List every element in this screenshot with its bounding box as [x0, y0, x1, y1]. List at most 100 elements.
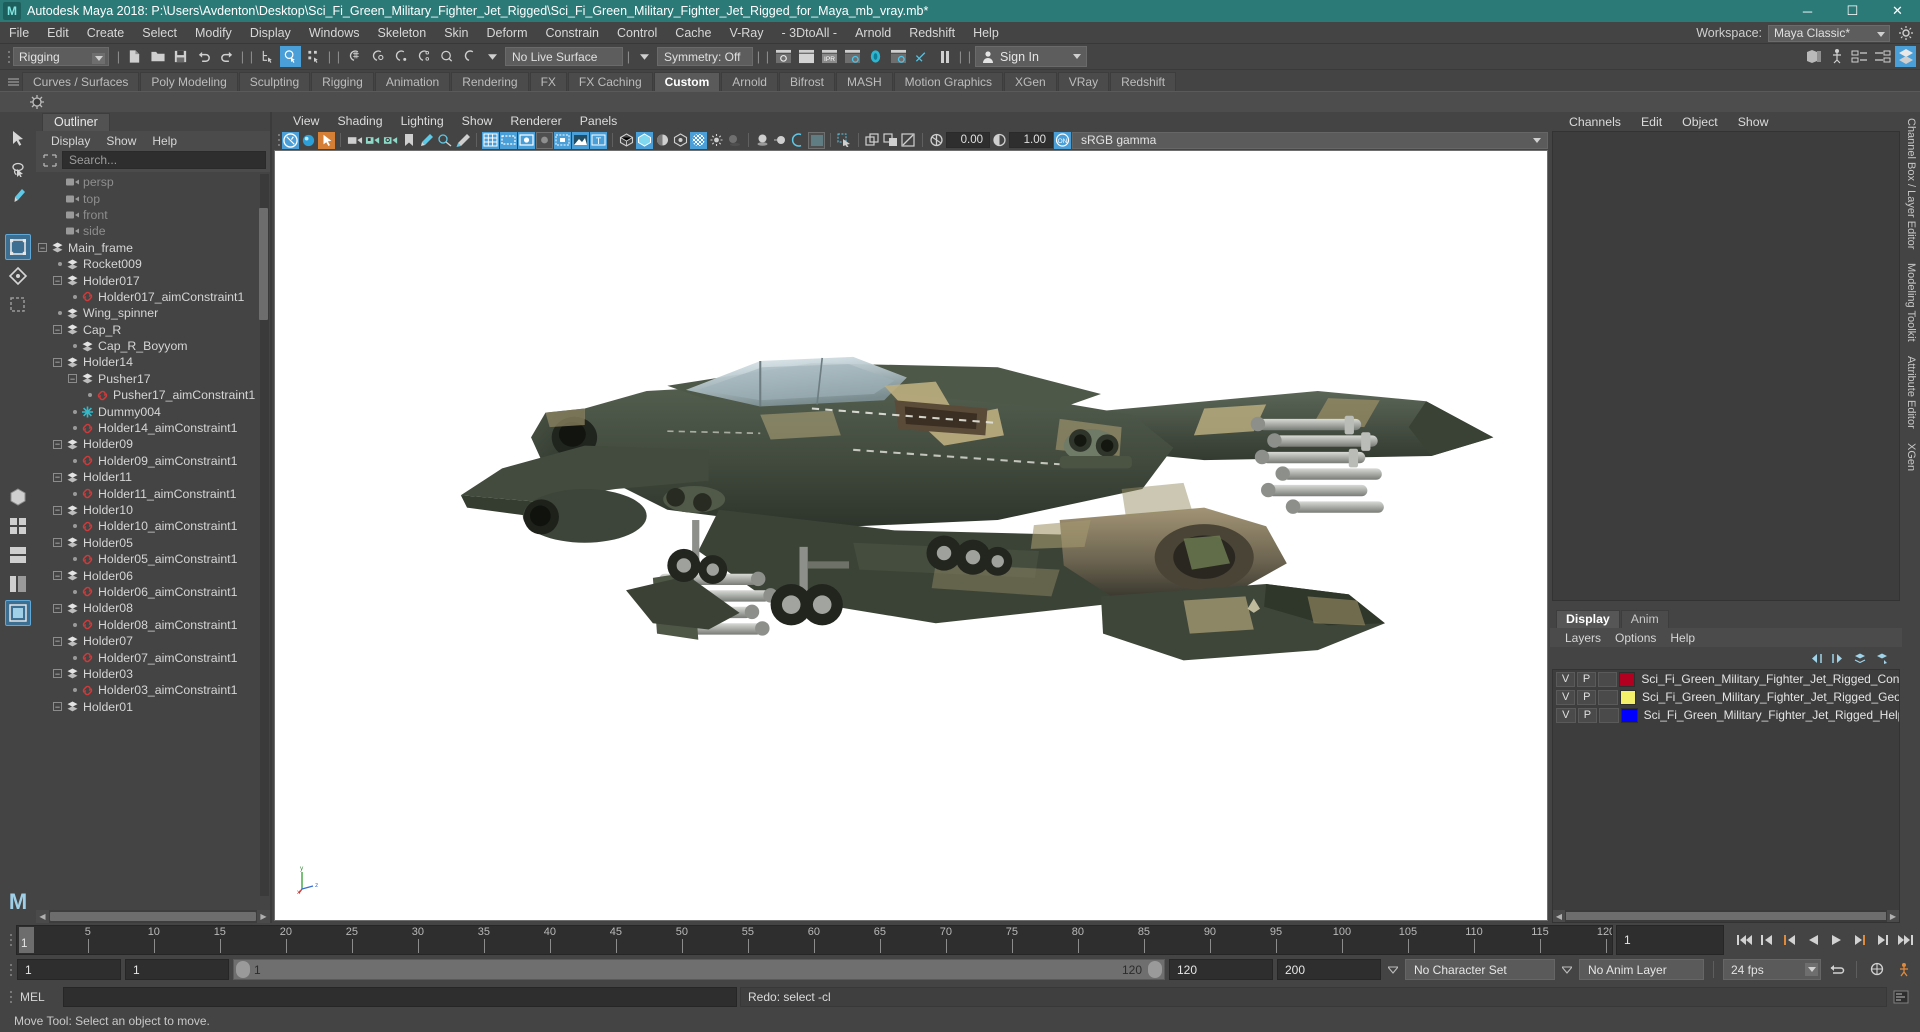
anim-layer-field[interactable]: No Anim Layer	[1579, 959, 1704, 980]
character-set-field[interactable]: No Character Set	[1405, 959, 1555, 980]
shelf-tab-rigging[interactable]: Rigging	[311, 72, 374, 91]
layer-playback-toggle[interactable]: P	[1577, 671, 1597, 687]
resolution-gate-icon[interactable]	[518, 131, 535, 149]
lighting-toggle-icon[interactable]	[708, 132, 725, 149]
layout-two-pane-icon[interactable]	[5, 542, 31, 568]
right-tab-xgen[interactable]: XGen	[1905, 443, 1917, 471]
filter-icon[interactable]	[40, 151, 59, 169]
snap-to-projected-center-icon[interactable]	[413, 46, 434, 67]
layer-reference-toggle[interactable]	[1599, 707, 1619, 723]
layer-menu-layers[interactable]: Layers	[1558, 629, 1608, 647]
exposure-value[interactable]: 0.00	[946, 132, 990, 148]
layout-four-view-icon[interactable]	[5, 513, 31, 539]
shadows-toggle-icon[interactable]	[726, 132, 743, 149]
outliner-item[interactable]: side	[36, 223, 270, 239]
go-to-start-icon[interactable]	[1733, 929, 1755, 951]
outliner-item[interactable]: Holder14_aimConstraint1	[36, 420, 270, 436]
show-hide-modeling-toolkit-icon[interactable]	[1803, 46, 1824, 67]
step-forward-frame-icon[interactable]	[1848, 929, 1870, 951]
viewport-menu-show[interactable]: Show	[453, 113, 502, 130]
scroll-left-icon[interactable]: ◀	[1553, 910, 1565, 922]
xray-shading-icon[interactable]	[690, 131, 707, 149]
outliner-item[interactable]: Holder03_aimConstraint1	[36, 682, 270, 698]
outliner-item[interactable]: − Holder09	[36, 436, 270, 452]
channelbox-menu-object[interactable]: Object	[1673, 113, 1727, 131]
outliner-item[interactable]: front	[36, 207, 270, 223]
animation-preferences-icon[interactable]	[1892, 959, 1914, 981]
text-overlay-icon[interactable]: T	[590, 131, 607, 149]
channel-box-content[interactable]	[1552, 131, 1900, 601]
select-objects-icon[interactable]	[318, 131, 335, 149]
time-slider[interactable]: 1 5 10 15 20 25 30 35 40 45 50 55 60 65 70 75 80 85 90 95 1…	[16, 925, 1613, 955]
layer-menu-help[interactable]: Help	[1663, 629, 1702, 647]
outliner-item[interactable]: − Holder11	[36, 469, 270, 485]
outliner-item[interactable]: Holder10_aimConstraint1	[36, 518, 270, 534]
copy-view-icon[interactable]	[882, 132, 899, 149]
outliner-menu-help[interactable]: Help	[145, 132, 184, 150]
tab-outliner[interactable]: Outliner	[42, 113, 110, 131]
layer-color-swatch[interactable]	[1620, 707, 1638, 723]
range-slider-grip[interactable]	[8, 963, 13, 976]
menu-deform[interactable]: Deform	[478, 22, 537, 44]
outliner-item[interactable]: − Holder01	[36, 699, 270, 715]
color-management-toggle-icon[interactable]: ON	[1054, 131, 1071, 149]
right-tab-attribute-editor[interactable]: Attribute Editor	[1905, 356, 1917, 429]
scroll-right-icon[interactable]: ▶	[257, 910, 270, 923]
layer-reference-toggle[interactable]	[1598, 671, 1618, 687]
outliner-horizontal-scrollbar[interactable]: ◀ ▶	[36, 910, 270, 923]
hypershade-icon[interactable]	[865, 46, 886, 67]
outliner-item[interactable]: − Holder03	[36, 666, 270, 682]
layer-visibility-toggle[interactable]: V	[1556, 707, 1576, 723]
outliner-item[interactable]: Wing_spinner	[36, 305, 270, 321]
select-by-component-icon[interactable]	[303, 46, 324, 67]
chevron-down-icon[interactable]	[482, 46, 503, 67]
paint-select-tool-icon[interactable]	[5, 184, 31, 210]
viewport-3d-canvas[interactable]: y z x	[274, 150, 1548, 921]
new-layer-icon[interactable]	[1852, 651, 1868, 666]
range-end-handle[interactable]	[1148, 961, 1162, 978]
outliner-item[interactable]: persp	[36, 174, 270, 190]
workspace-select[interactable]: Maya Classic*	[1768, 24, 1890, 42]
shelf-tab-motion-graphics[interactable]: Motion Graphics	[893, 72, 1004, 91]
expand-collapse-icon[interactable]: −	[38, 243, 47, 253]
lasso-tool-icon[interactable]	[5, 155, 31, 181]
expand-collapse-icon[interactable]: −	[53, 669, 62, 679]
playback-speed-select[interactable]: 24 fps	[1723, 959, 1821, 980]
menu-v-ray[interactable]: V-Ray	[720, 22, 772, 44]
outliner-item[interactable]: top	[36, 190, 270, 206]
snapshot-icon[interactable]	[864, 132, 881, 149]
current-frame-field[interactable]: 1	[1616, 925, 1724, 955]
viewport-menu-view[interactable]: View	[284, 113, 328, 130]
viewport-menu-shading[interactable]: Shading	[328, 113, 391, 130]
show-hide-attribute-editor-icon[interactable]	[1849, 46, 1870, 67]
save-scene-icon[interactable]	[170, 46, 191, 67]
animation-preferences-loop-icon[interactable]	[1825, 959, 1847, 981]
layer-menu-options[interactable]: Options	[1608, 629, 1663, 647]
anim-layer-chevron-icon[interactable]	[1559, 959, 1575, 980]
range-slider[interactable]: 1 120	[233, 959, 1165, 980]
use-default-material-icon[interactable]	[672, 132, 689, 149]
outliner-item[interactable]: − Holder10	[36, 502, 270, 518]
toggle-scene-icon[interactable]	[911, 46, 932, 67]
animation-end-field[interactable]: 200	[1277, 959, 1381, 980]
outliner-hscroll-thumb[interactable]	[50, 912, 256, 921]
expand-collapse-icon[interactable]: −	[53, 702, 62, 712]
make-live-icon[interactable]	[459, 46, 480, 67]
wireframe-shading-icon[interactable]	[618, 132, 635, 149]
select-tool-icon[interactable]	[5, 126, 31, 152]
command-line-grip[interactable]	[8, 991, 13, 1003]
show-hide-hud-icon[interactable]	[1826, 46, 1847, 67]
character-set-chevron-icon[interactable]	[1385, 959, 1401, 980]
outliner-item[interactable]: − Holder05	[36, 535, 270, 551]
open-scene-icon[interactable]	[147, 46, 168, 67]
viewport-menu-renderer[interactable]: Renderer	[501, 113, 570, 130]
step-forward-keyframe-icon[interactable]	[1871, 929, 1893, 951]
right-tab-modeling-toolkit[interactable]: Modeling Toolkit	[1905, 263, 1917, 342]
outliner-item[interactable]: Holder05_aimConstraint1	[36, 551, 270, 567]
range-start-field[interactable]: 1	[125, 959, 229, 980]
move-layer-up-icon[interactable]	[1808, 651, 1824, 666]
expand-collapse-icon[interactable]: −	[68, 374, 77, 384]
move-tool-icon[interactable]	[5, 234, 31, 260]
outliner-item[interactable]: Holder06_aimConstraint1	[36, 584, 270, 600]
shelf-tab-animation[interactable]: Animation	[374, 72, 451, 91]
